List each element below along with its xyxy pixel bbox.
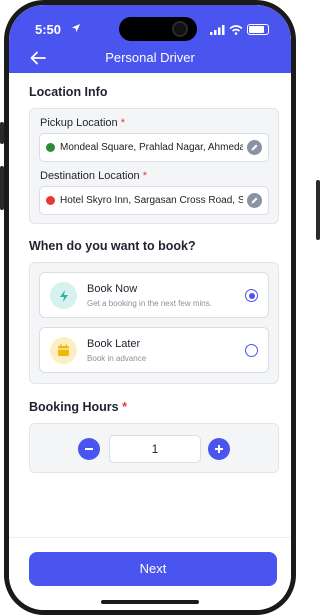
hours-quantity-input[interactable]: 1	[109, 435, 201, 463]
flash-icon	[50, 282, 77, 309]
status-bar: 5:50	[9, 17, 291, 41]
book-now-option[interactable]: Book Now Get a booking in the next few m…	[39, 272, 269, 318]
minus-icon	[85, 448, 93, 450]
camera-icon	[172, 21, 188, 37]
increment-button[interactable]	[208, 438, 230, 460]
wifi-icon	[229, 24, 243, 35]
battery-icon	[247, 24, 269, 35]
location-arrow-icon	[72, 24, 80, 32]
pickup-location-input[interactable]: Mondeal Square, Prahlad Nagar, Ahmeda...	[39, 133, 269, 162]
option-subtitle: Book in advance	[87, 354, 147, 363]
option-title: Book Now	[87, 283, 138, 295]
option-subtitle: Get a booking in the next few mins.	[87, 299, 212, 308]
app-screen: 5:50 Personal Driver Location Info Picku…	[9, 5, 291, 610]
radio-unselected[interactable]	[245, 344, 258, 357]
booking-hours-title: Booking Hours *	[29, 400, 127, 414]
option-title: Book Later	[87, 338, 141, 350]
home-indicator	[101, 600, 199, 604]
destination-dot-icon	[46, 196, 55, 205]
required-mark: *	[122, 400, 127, 414]
book-later-option[interactable]: Book Later Book in advance	[39, 327, 269, 373]
edit-pencil-icon[interactable]	[247, 193, 262, 208]
booking-options-card: Book Now Get a booking in the next few m…	[29, 262, 279, 384]
decrement-button[interactable]	[78, 438, 100, 460]
booking-hours-card: 1	[29, 423, 279, 473]
app-header: 5:50 Personal Driver	[9, 5, 291, 73]
required-mark: *	[142, 170, 148, 182]
next-button[interactable]: Next	[29, 552, 277, 586]
footer: Next	[9, 537, 291, 610]
destination-label: Destination Location *	[40, 170, 148, 182]
edit-pencil-icon[interactable]	[247, 140, 262, 155]
destination-location-input[interactable]: Hotel Skyro Inn, Sargasan Cross Road, Sa…	[39, 186, 269, 215]
power-button	[316, 180, 320, 240]
calendar-icon	[50, 337, 77, 364]
location-card: Pickup Location * Mondeal Square, Prahla…	[29, 108, 279, 224]
phone-frame: 5:50 Personal Driver Location Info Picku…	[4, 0, 296, 615]
status-icons	[210, 24, 269, 35]
pickup-label: Pickup Location *	[40, 117, 126, 129]
page-title: Personal Driver	[105, 50, 195, 65]
pickup-dot-icon	[46, 143, 55, 152]
radio-selected[interactable]	[245, 289, 258, 302]
plus-icon	[215, 445, 223, 453]
location-info-title: Location Info	[29, 85, 108, 99]
nav-bar: Personal Driver	[9, 47, 291, 69]
required-mark: *	[120, 117, 126, 129]
pickup-location-text: Mondeal Square, Prahlad Nagar, Ahmeda...	[60, 142, 243, 153]
signal-icon	[210, 24, 225, 35]
destination-location-text: Hotel Skyro Inn, Sargasan Cross Road, Sa…	[60, 195, 243, 206]
booking-time-title: When do you want to book?	[29, 239, 196, 253]
status-time: 5:50	[35, 22, 62, 37]
